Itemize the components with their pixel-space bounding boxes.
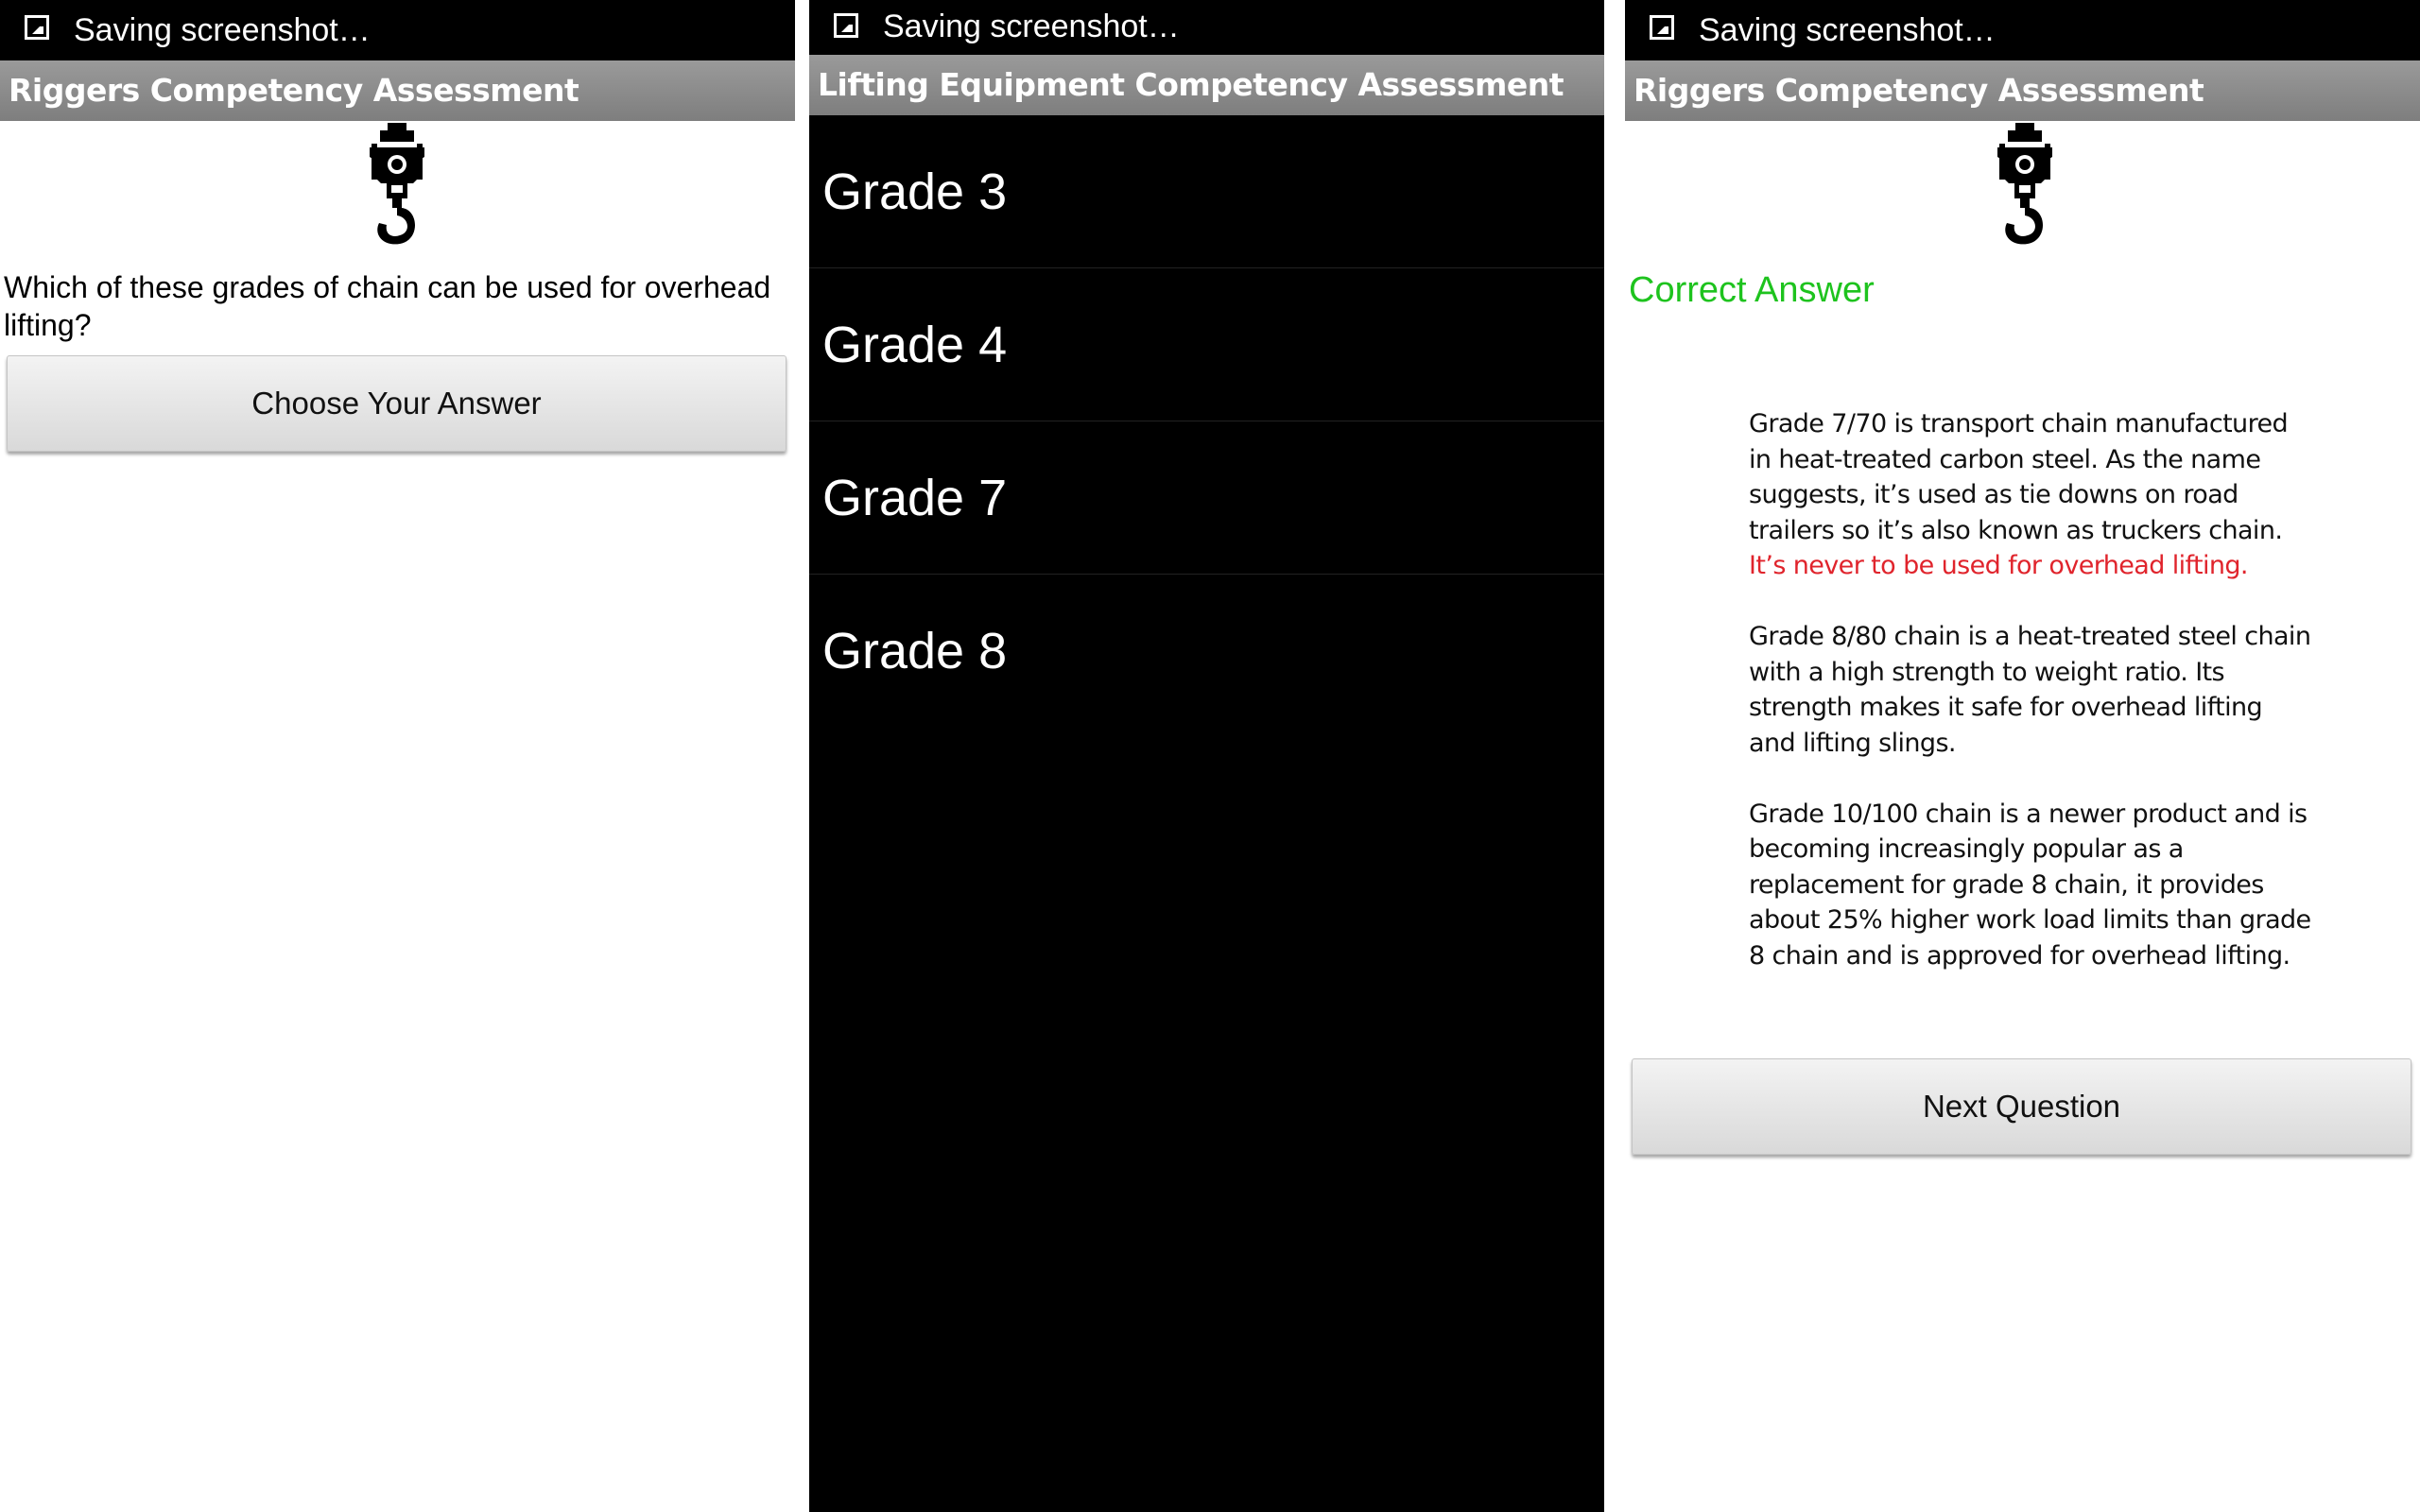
- explanation-warning: It’s never to be used for overhead lifti…: [1749, 551, 2249, 580]
- crane-hook-icon: [1997, 123, 2052, 245]
- answer-option-grade-8[interactable]: Grade 8: [809, 575, 1604, 728]
- page-title: Riggers Competency Assessment: [9, 72, 579, 109]
- page-title: Riggers Competency Assessment: [1634, 72, 2204, 109]
- answer-option-label: Grade 4: [822, 316, 1008, 373]
- screen-answer-list: Saving screenshot… Lifting Equipment Com…: [809, 0, 1604, 1512]
- explanation-paragraph-grade-8: Grade 8/80 chain is a heat-treated steel…: [1749, 622, 2311, 758]
- status-bar: Saving screenshot…: [1625, 0, 2420, 60]
- choose-answer-button[interactable]: Choose Your Answer: [7, 355, 786, 452]
- status-bar: Saving screenshot…: [809, 0, 1604, 55]
- app-title-bar: Lifting Equipment Competency Assessment: [809, 55, 1604, 115]
- app-title-bar: Riggers Competency Assessment: [1625, 60, 2420, 121]
- screenshot-image-icon: [1650, 15, 1674, 40]
- screen-question: Saving screenshot… Riggers Competency As…: [0, 0, 795, 1512]
- answer-option-grade-3[interactable]: Grade 3: [809, 115, 1604, 268]
- next-question-button[interactable]: Next Question: [1632, 1058, 2411, 1155]
- status-text: Saving screenshot…: [883, 9, 1180, 44]
- screenshot-image-icon: [834, 13, 858, 38]
- explanation-paragraph-grade-7: Grade 7/70 is transport chain manufactur…: [1749, 406, 2316, 584]
- status-text: Saving screenshot…: [74, 12, 371, 48]
- answer-option-label: Grade 3: [822, 163, 1008, 220]
- explanation-paragraph-grade-10: Grade 10/100 chain is a newer product an…: [1749, 799, 2311, 971]
- result-label: Correct Answer: [1629, 270, 1875, 310]
- answer-option-grade-4[interactable]: Grade 4: [809, 268, 1604, 421]
- answer-option-label: Grade 8: [822, 623, 1008, 679]
- crane-hook-icon: [370, 123, 424, 245]
- question-text: Which of these grades of chain can be us…: [4, 270, 771, 342]
- screenshot-image-icon: [25, 15, 49, 40]
- status-text: Saving screenshot…: [1699, 12, 1996, 48]
- explanation-grade-7-text: Grade 7/70 is transport chain manufactur…: [1749, 409, 2289, 545]
- app-title-bar: Riggers Competency Assessment: [0, 60, 795, 121]
- answer-option-label: Grade 7: [822, 469, 1008, 526]
- answer-option-grade-7[interactable]: Grade 7: [809, 421, 1604, 575]
- page-title: Lifting Equipment Competency Assessment: [818, 66, 1564, 103]
- status-bar: Saving screenshot…: [0, 0, 795, 60]
- explanation-text: Grade 7/70 is transport chain manufactur…: [1749, 406, 2316, 1009]
